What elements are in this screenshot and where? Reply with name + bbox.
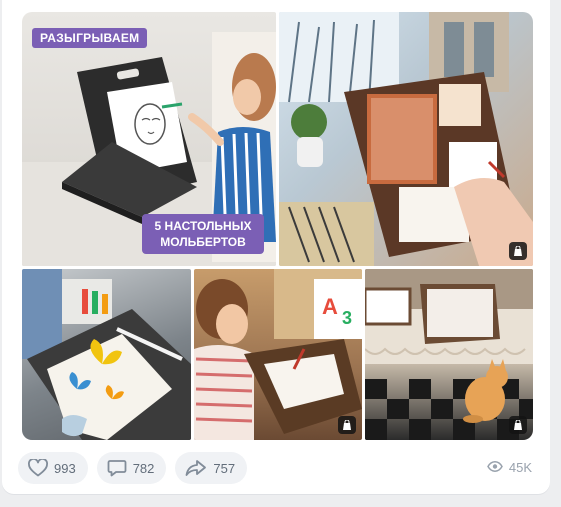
share-count: 757: [213, 460, 236, 476]
gallery-photo-5[interactable]: [365, 269, 533, 440]
like-button[interactable]: 993: [18, 452, 88, 484]
svg-text:3: 3: [342, 308, 352, 328]
post-actions: 993 782 757: [18, 452, 248, 484]
comment-button[interactable]: 782: [96, 452, 167, 484]
photo-gallery: РАЗЫГРЫВАЕМ 5 НАСТОЛЬНЫХ МОЛЬБЕРТОВ A 3: [22, 12, 533, 440]
gallery-photo-3[interactable]: [22, 269, 191, 440]
shop-bag-icon[interactable]: [338, 416, 356, 434]
cat-easel-illustration: [365, 269, 533, 440]
watercolor-easel-illustration: [279, 12, 533, 266]
easels-count-badge: 5 НАСТОЛЬНЫХ МОЛЬБЕРТОВ: [142, 214, 264, 254]
like-count: 993: [54, 460, 76, 476]
comment-count: 782: [132, 460, 155, 476]
girl-drawing-illustration: A 3: [194, 269, 362, 440]
gallery-photo-4[interactable]: A 3: [194, 269, 362, 440]
badge-line-2: МОЛЬБЕРТОВ: [160, 235, 246, 249]
share-icon: [185, 459, 207, 477]
heart-icon: [28, 459, 48, 477]
giveaway-badge: РАЗЫГРЫВАЕМ: [32, 28, 148, 48]
shop-bag-icon[interactable]: [509, 416, 527, 434]
share-button[interactable]: 757: [175, 452, 248, 484]
comment-icon: [107, 459, 127, 477]
post-card: РАЗЫГРЫВАЕМ 5 НАСТОЛЬНЫХ МОЛЬБЕРТОВ A 3 …: [2, 0, 550, 494]
shop-bag-icon[interactable]: [509, 242, 527, 260]
gallery-photo-1[interactable]: РАЗЫГРЫВАЕМ 5 НАСТОЛЬНЫХ МОЛЬБЕРТОВ: [22, 12, 276, 266]
gallery-photo-2[interactable]: [279, 12, 533, 266]
badge-line-1: 5 НАСТОЛЬНЫХ: [154, 219, 252, 233]
svg-text:A: A: [322, 294, 338, 319]
views-counter: 45K: [486, 460, 532, 475]
butterfly-painting-illustration: [22, 269, 191, 440]
eye-icon: [486, 460, 503, 475]
views-count: 45K: [508, 460, 532, 475]
